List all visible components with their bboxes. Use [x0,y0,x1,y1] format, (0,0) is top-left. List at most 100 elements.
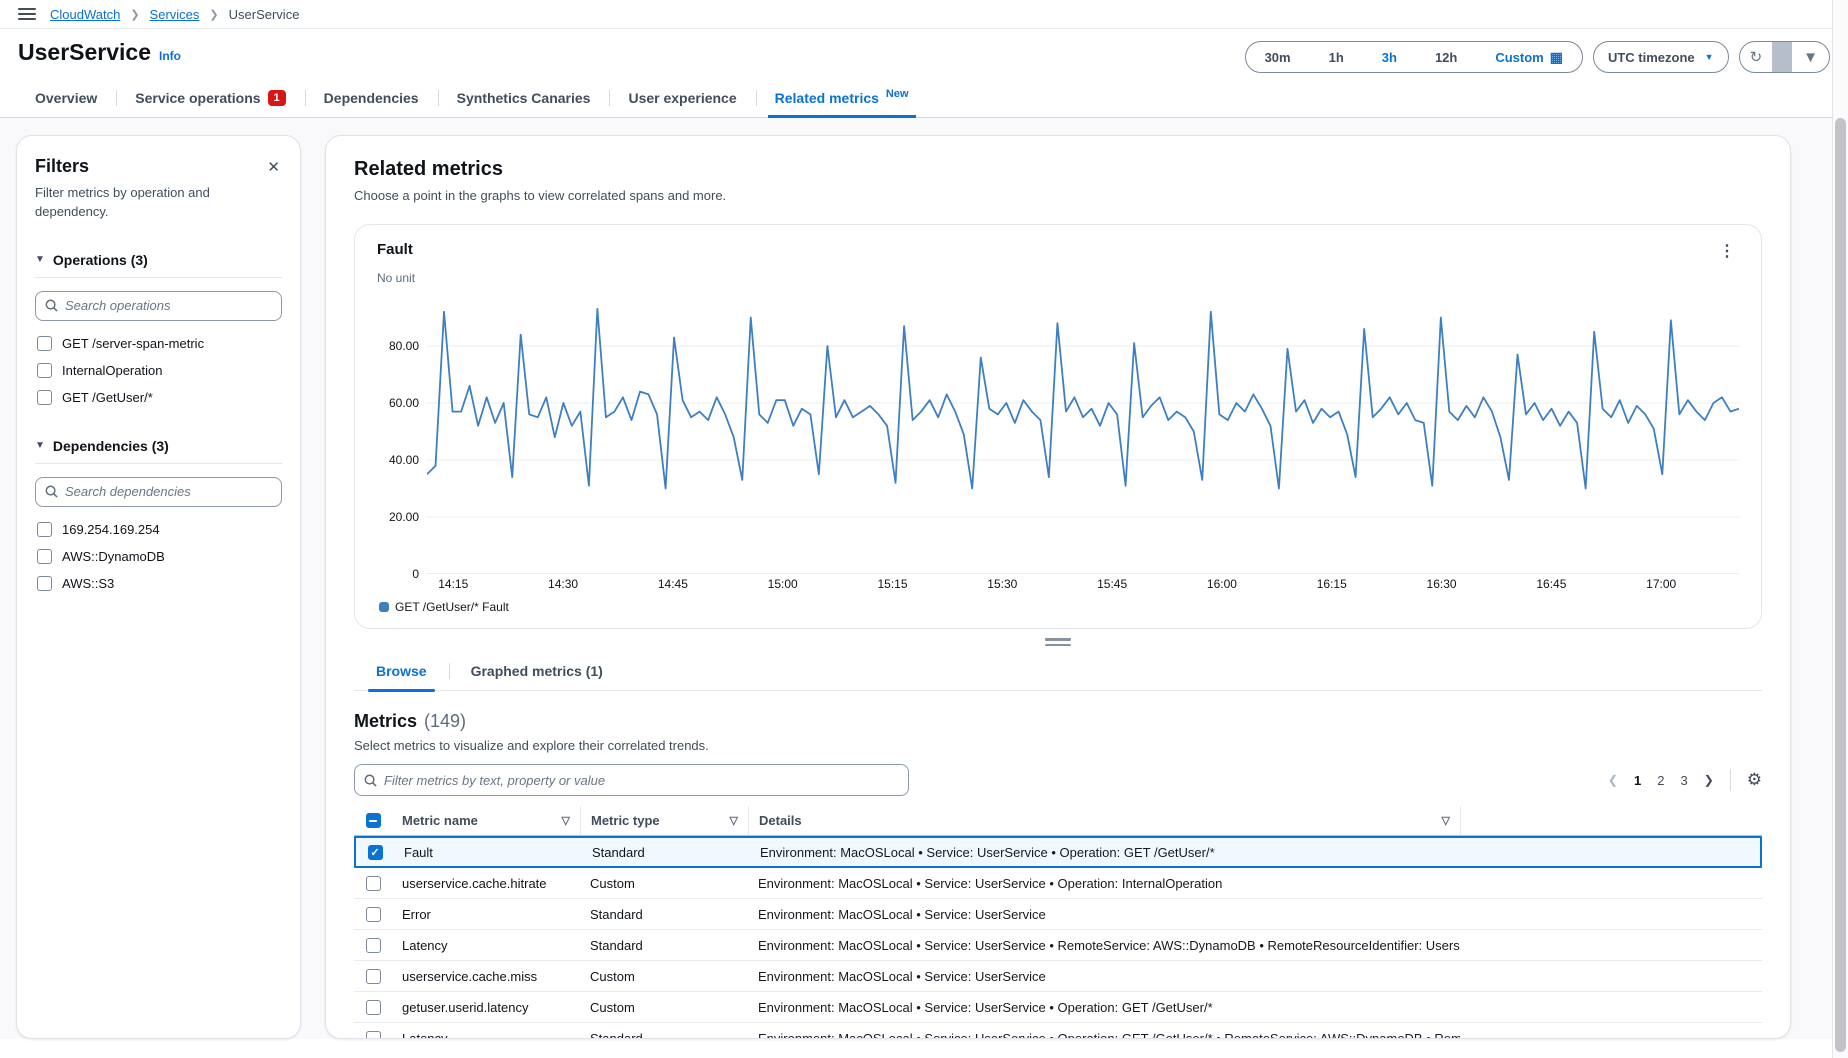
operations-section-header[interactable]: ▼ Operations (3) [35,252,282,278]
x-axis-labels: 14:1514:3014:4515:0015:1515:3015:4516:00… [427,574,1739,592]
checkbox[interactable] [37,549,52,564]
legend-label: GET /GetUser/* Fault [395,600,509,614]
time-range-custom[interactable]: Custom ▦ [1476,50,1582,65]
divider [1772,42,1792,72]
search-dependencies-input[interactable] [65,484,272,499]
previous-page-icon[interactable]: ❮ [1608,773,1618,787]
row-checkbox[interactable] [366,938,381,953]
table-row[interactable]: Error Standard Environment: MacOSLocal •… [354,899,1762,930]
details-link[interactable]: Environment: MacOSLocal • Service: UserS… [758,1000,1213,1015]
time-range-1h[interactable]: 1h [1310,50,1363,65]
metrics-title: Metrics [354,711,417,732]
tab-dependencies[interactable]: Dependencies [305,81,438,117]
column-filter-icon[interactable]: ▽ [1442,814,1450,827]
metrics-filter-input[interactable] [384,773,899,788]
chart-plot-area[interactable] [427,289,1739,574]
refresh-button[interactable]: ↻ [1740,48,1773,66]
tab-bar: Overview Service operations 1 Dependenci… [0,81,1848,118]
timezone-dropdown[interactable]: UTC timezone ▼ [1593,41,1729,73]
metrics-count: (149) [424,711,466,732]
kebab-menu-icon[interactable]: ⋮ [1715,241,1739,261]
checkbox[interactable] [37,363,52,378]
operation-checkbox-row[interactable]: GET /server-span-metric [35,333,282,354]
page-3-button[interactable]: 3 [1680,773,1687,788]
table-row[interactable]: userservice.cache.hitrate Custom Environ… [354,868,1762,899]
tab-synthetics-canaries[interactable]: Synthetics Canaries [438,81,610,117]
dependency-checkbox-row[interactable]: AWS::DynamoDB [35,546,282,567]
chart-legend: GET /GetUser/* Fault [379,600,1739,614]
row-checkbox[interactable] [366,907,381,922]
section-title: Related metrics [354,158,1762,181]
page-2-button[interactable]: 2 [1657,773,1664,788]
table-row[interactable]: getuser.userid.latency Custom Environmen… [354,992,1762,1023]
select-all-checkbox[interactable] [366,813,381,828]
hamburger-menu-icon[interactable] [18,8,36,20]
dependencies-section: ▼ Dependencies (3) 169.254.169.254 AWS::… [35,438,282,594]
operations-section: ▼ Operations (3) GET /server-span-metric… [35,252,282,408]
breadcrumb-services[interactable]: Services [150,7,200,22]
metrics-filter[interactable] [354,764,909,796]
tab-user-experience[interactable]: User experience [609,81,755,117]
filters-description: Filter metrics by operation and dependen… [35,184,235,222]
metrics-table: Metric name▽ Metric type▽ Details▽ Fault… [354,806,1762,1039]
row-checkbox[interactable] [366,969,381,984]
table-row[interactable]: Latency Standard Environment: MacOSLocal… [354,1023,1762,1039]
tab-service-operations[interactable]: Service operations 1 [116,81,304,117]
row-checkbox[interactable] [368,845,383,860]
dependencies-section-header[interactable]: ▼ Dependencies (3) [35,438,282,464]
details-link[interactable]: Environment: MacOSLocal • Service: UserS… [758,969,1046,984]
dependency-checkbox-row[interactable]: 169.254.169.254 [35,519,282,540]
table-row[interactable]: userservice.cache.miss Custom Environmen… [354,961,1762,992]
details-link[interactable]: Environment: MacOSLocal • Service: UserS… [760,845,1215,860]
refresh-control: ↻ ▼ [1739,41,1830,73]
checkbox[interactable] [37,522,52,537]
checkbox[interactable] [37,336,52,351]
details-link[interactable]: Environment: MacOSLocal • Service: UserS… [758,938,1460,953]
resize-handle[interactable] [1045,638,1071,646]
tab-graphed-metrics[interactable]: Graphed metrics (1) [449,654,625,690]
operation-checkbox-row[interactable]: GET /GetUser/* [35,387,282,408]
row-checkbox[interactable] [366,1000,381,1015]
search-icon [45,485,58,498]
page-1-button[interactable]: 1 [1634,773,1641,788]
checkbox[interactable] [37,576,52,591]
table-row[interactable]: Latency Standard Environment: MacOSLocal… [354,930,1762,961]
scrollbar-thumb[interactable] [1835,118,1846,1052]
breadcrumb-cloudwatch[interactable]: CloudWatch [50,7,120,22]
metrics-tab-bar: Browse Graphed metrics (1) [354,654,1762,691]
chevron-down-icon: ▼ [1705,52,1714,62]
column-filter-icon[interactable]: ▽ [730,814,738,827]
details-link[interactable]: Environment: MacOSLocal • Service: UserS… [758,907,1046,922]
time-range-30m[interactable]: 30m [1246,50,1310,65]
refresh-options-button[interactable]: ▼ [1792,49,1829,66]
search-icon [45,299,58,312]
gear-icon[interactable]: ⚙ [1747,770,1762,790]
fault-chart-card: Fault ⋮ No unit 80.0060.0040.0020.000 14… [354,224,1762,629]
tab-related-metrics[interactable]: Related metrics New [756,81,928,117]
operation-checkbox-row[interactable]: InternalOperation [35,360,282,381]
details-link[interactable]: Environment: MacOSLocal • Service: UserS… [758,1031,1460,1040]
divider [1730,769,1731,791]
time-range-12h[interactable]: 12h [1416,50,1476,65]
info-link[interactable]: Info [159,49,181,63]
checkbox[interactable] [37,390,52,405]
tab-overview[interactable]: Overview [16,81,116,117]
close-icon[interactable]: ✕ [265,156,282,178]
y-axis-labels: 80.0060.0040.0020.000 [377,289,427,574]
dependency-checkbox-row[interactable]: AWS::S3 [35,573,282,594]
tab-browse[interactable]: Browse [354,654,449,690]
search-operations-input[interactable] [65,298,272,313]
next-page-icon[interactable]: ❯ [1704,773,1714,787]
vertical-scrollbar[interactable] [1832,0,1848,1058]
column-filter-icon[interactable]: ▽ [562,814,570,827]
row-checkbox[interactable] [366,876,381,891]
row-checkbox[interactable] [366,1031,381,1040]
top-navigation-bar: CloudWatch ❯ Services ❯ UserService [0,0,1848,29]
operations-search[interactable] [35,291,282,321]
dependencies-search[interactable] [35,477,282,507]
filters-panel: Filters ✕ Filter metrics by operation an… [16,135,301,1039]
section-subtitle: Choose a point in the graphs to view cor… [354,188,1762,203]
time-range-3h[interactable]: 3h [1363,50,1416,65]
table-row[interactable]: Fault Standard Environment: MacOSLocal •… [354,836,1762,868]
details-link[interactable]: Environment: MacOSLocal • Service: UserS… [758,876,1222,891]
